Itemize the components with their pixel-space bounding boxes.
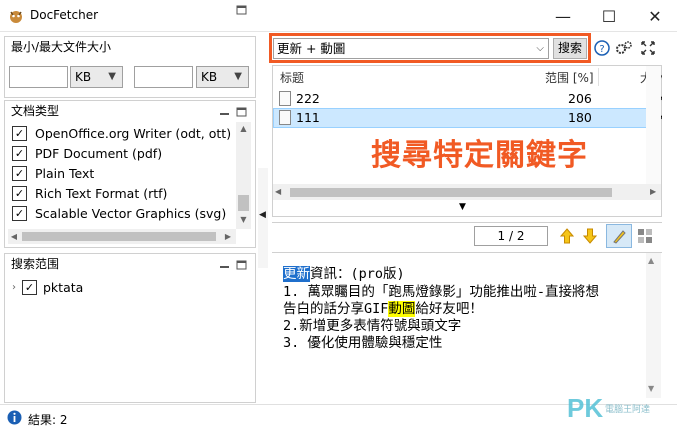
row-title: 111 (296, 110, 320, 125)
info-icon (7, 410, 22, 425)
min-size-input[interactable] (9, 66, 68, 88)
scrollbar-thumb[interactable] (238, 195, 249, 211)
chevron-down-icon: ▼ (108, 71, 116, 82)
preview-line: 更新資訊：(pro版) (283, 262, 405, 282)
results-vertical-scrollbar[interactable] (646, 66, 661, 184)
search-input[interactable]: 更新 + 動圖 ⌵ (273, 38, 549, 59)
scrollbar-thumb[interactable] (290, 188, 612, 197)
scroll-up-icon[interactable]: ▲ (236, 124, 251, 134)
preview-line: 3. 優化使用體驗與穩定性 (283, 331, 442, 351)
search-button[interactable]: 搜索 (553, 38, 587, 59)
scrollbar-thumb[interactable] (22, 232, 216, 241)
minimize-icon: — (555, 6, 571, 26)
view-mode-icon[interactable] (637, 228, 653, 244)
close-button[interactable]: ✕ (632, 0, 677, 32)
preview-vertical-scrollbar[interactable] (646, 253, 661, 398)
document-icon (279, 91, 291, 106)
scroll-left-icon[interactable]: ◀ (275, 185, 281, 199)
maximize-panel-icon[interactable] (236, 259, 247, 270)
column-divider (598, 68, 599, 86)
file-type-item[interactable]: ✓ Scalable Vector Graphics (svg) (12, 203, 226, 223)
types-vertical-scrollbar[interactable] (236, 122, 251, 229)
app-logo-icon (10, 11, 22, 23)
table-row[interactable] (273, 89, 661, 109)
file-type-label: Rich Text Format (rtf) (35, 185, 168, 201)
settings-gears-icon[interactable] (615, 40, 633, 56)
watermark-logo: PK (567, 393, 604, 423)
file-type-item[interactable]: ✓ PDF Document (pdf) (12, 143, 162, 163)
min-size-unit-select[interactable]: KB ▼ (70, 66, 123, 88)
fullscreen-icon[interactable] (640, 40, 656, 56)
scope-folder-label: pktata (43, 279, 84, 295)
minimize-button[interactable]: — (540, 0, 586, 32)
checkbox-checked-icon[interactable]: ✓ (12, 125, 27, 141)
scope-panel (4, 253, 256, 403)
file-type-item[interactable]: ✓ Plain Text (12, 163, 94, 183)
scroll-up-icon[interactable]: ▲ (648, 256, 654, 265)
document-icon (279, 110, 291, 125)
collapse-left-icon[interactable]: ◀ (259, 210, 266, 220)
row-score: 180 (568, 110, 592, 125)
annotation-label: 搜尋特定關鍵字 (371, 138, 588, 173)
file-type-item[interactable]: ✓ Rich Text Format (rtf) (12, 183, 167, 203)
checkbox-checked-icon[interactable]: ✓ (12, 145, 27, 161)
minimize-panel-icon[interactable] (219, 259, 230, 270)
max-size-input[interactable] (134, 66, 193, 88)
maximize-button[interactable]: ☐ (586, 0, 632, 32)
chevron-down-icon: ▼ (234, 71, 242, 82)
status-text: 結果: 2 (28, 413, 68, 427)
svg-text:?: ? (599, 44, 604, 55)
search-query-text: 更新 + 動圖 (277, 41, 346, 56)
size-panel-title: 最小/最大文件大小 (5, 37, 255, 57)
scroll-right-icon[interactable]: ▶ (222, 230, 234, 243)
file-type-item[interactable]: ✓ OpenOffice.org Writer (odt, ott) (12, 123, 231, 143)
chevron-down-icon[interactable]: ⌵ (536, 39, 544, 58)
scope-tree-item[interactable]: › ✓ pktata (12, 278, 83, 296)
column-header-title[interactable]: 标题 (280, 69, 304, 86)
page-indicator[interactable]: 1 / 2 (474, 226, 548, 246)
file-type-label: PDF Document (pdf) (35, 145, 163, 161)
row-title: 222 (296, 91, 320, 106)
min-unit-label: KB (75, 70, 92, 84)
maximize-icon: ☐ (601, 6, 617, 26)
arrow-up-icon[interactable] (560, 228, 574, 244)
checkbox-checked-icon[interactable]: ✓ (12, 165, 27, 181)
file-type-label: Scalable Vector Graphics (svg) (35, 205, 227, 221)
file-type-label: Plain Text (35, 165, 95, 181)
scroll-left-icon[interactable]: ◀ (8, 230, 20, 243)
preview-text: 3. 優化使用體驗與穩定性 (283, 335, 443, 351)
checkbox-checked-icon[interactable]: ✓ (12, 205, 27, 221)
table-row-selected[interactable] (273, 108, 661, 128)
chevron-right-icon[interactable]: › (12, 282, 16, 293)
horizontal-splitter[interactable] (272, 203, 662, 215)
close-icon: ✕ (648, 6, 662, 26)
row-score: 206 (568, 91, 592, 106)
checkbox-checked-icon[interactable]: ✓ (12, 185, 27, 201)
max-unit-label: KB (201, 70, 218, 84)
checkbox-checked-icon[interactable]: ✓ (22, 279, 37, 295)
column-header-score[interactable]: 范围 [%] (545, 69, 594, 86)
scroll-right-icon[interactable]: ▶ (650, 185, 656, 199)
scroll-down-icon[interactable]: ▼ (236, 215, 251, 225)
maximize-panel-icon[interactable] (236, 106, 247, 117)
arrow-down-icon[interactable] (583, 228, 597, 244)
scroll-down-icon[interactable]: ▼ (648, 384, 654, 393)
maximize-panel-icon[interactable] (236, 4, 247, 15)
help-icon[interactable]: ? (594, 40, 610, 56)
highlighter-icon (613, 230, 626, 244)
collapse-down-icon[interactable]: ▼ (459, 202, 466, 212)
scope-panel-title: 搜索范围 (5, 254, 255, 274)
window-title: DocFetcher (30, 8, 99, 22)
minimize-panel-icon[interactable] (219, 106, 230, 117)
watermark-subtitle: 電腦王阿達 (605, 405, 651, 415)
preview-toolbar (272, 222, 662, 250)
max-size-unit-select[interactable]: KB ▼ (196, 66, 249, 88)
file-type-label: OpenOffice.org Writer (odt, ott) (35, 125, 232, 141)
types-panel-title: 文档类型 (5, 101, 255, 121)
